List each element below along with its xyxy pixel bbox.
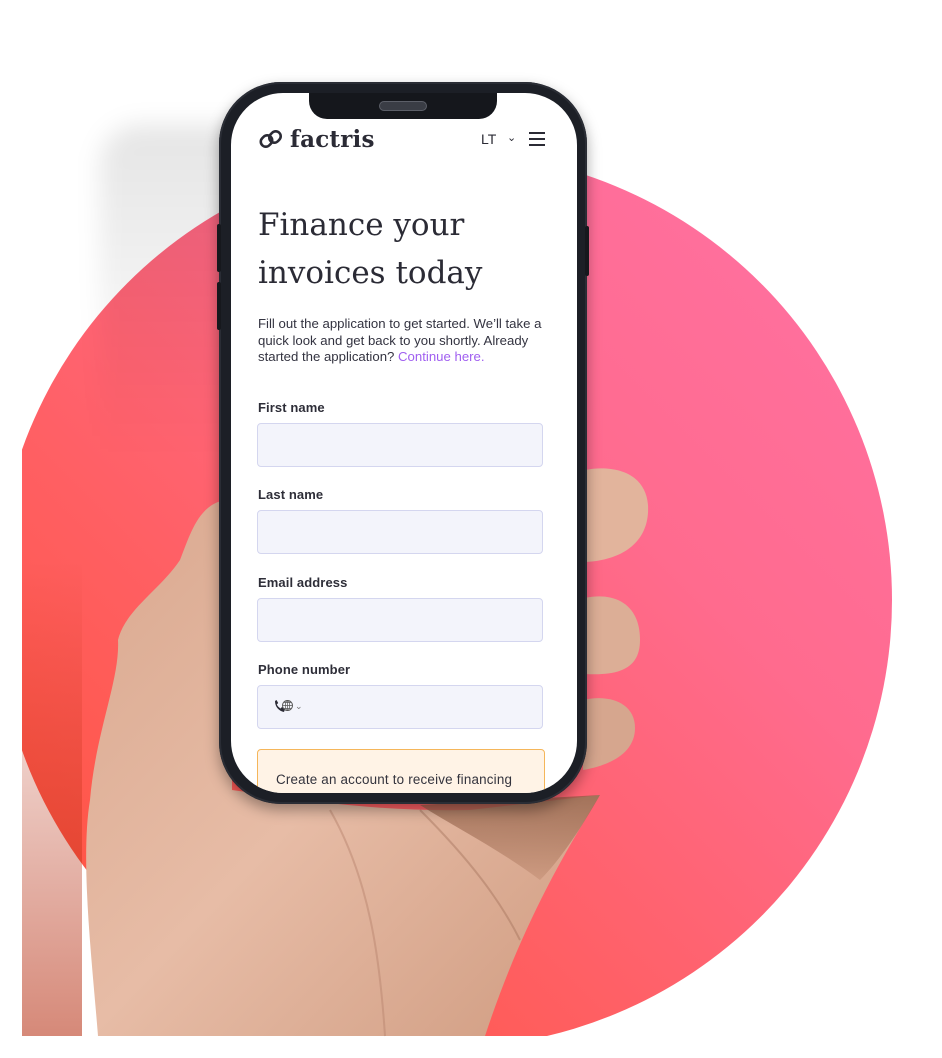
volume-up-button — [217, 224, 221, 272]
volume-down-button — [217, 282, 221, 330]
account-notice: Create an account to receive financing — [257, 749, 545, 793]
intro-text: Fill out the application to get started.… — [258, 316, 553, 366]
phone-input[interactable]: ⌄ — [257, 685, 543, 729]
power-button — [585, 226, 589, 276]
email-label: Email address — [258, 575, 348, 590]
chevron-down-icon[interactable]: ⌄ — [507, 131, 516, 144]
page-title: Finance your invoices today — [258, 201, 558, 297]
first-name-input[interactable] — [257, 423, 543, 467]
title-line-1: Finance your — [258, 207, 465, 243]
brand-logo[interactable]: factris — [258, 126, 375, 153]
brand-name: factris — [290, 126, 375, 153]
factris-logo-icon — [259, 129, 283, 148]
hamburger-menu-icon[interactable] — [529, 132, 545, 146]
country-code-selector[interactable]: ⌄ — [274, 699, 303, 713]
phone-screen: factris LT ⌄ Finance your invoices today… — [231, 93, 577, 793]
last-name-input[interactable] — [257, 510, 543, 554]
language-selector[interactable]: LT — [481, 131, 496, 147]
disc-shade — [22, 560, 82, 1036]
phone-speaker — [379, 101, 427, 111]
phone-globe-icon — [275, 700, 293, 712]
first-name-label: First name — [258, 400, 325, 415]
notice-text: Create an account to receive financing — [276, 772, 513, 787]
phone-label: Phone number — [258, 662, 351, 677]
chevron-down-icon: ⌄ — [295, 700, 303, 711]
continue-link[interactable]: Continue here. — [398, 349, 485, 364]
email-input[interactable] — [257, 598, 543, 642]
last-name-label: Last name — [258, 487, 324, 502]
title-line-2: invoices today — [258, 255, 483, 291]
